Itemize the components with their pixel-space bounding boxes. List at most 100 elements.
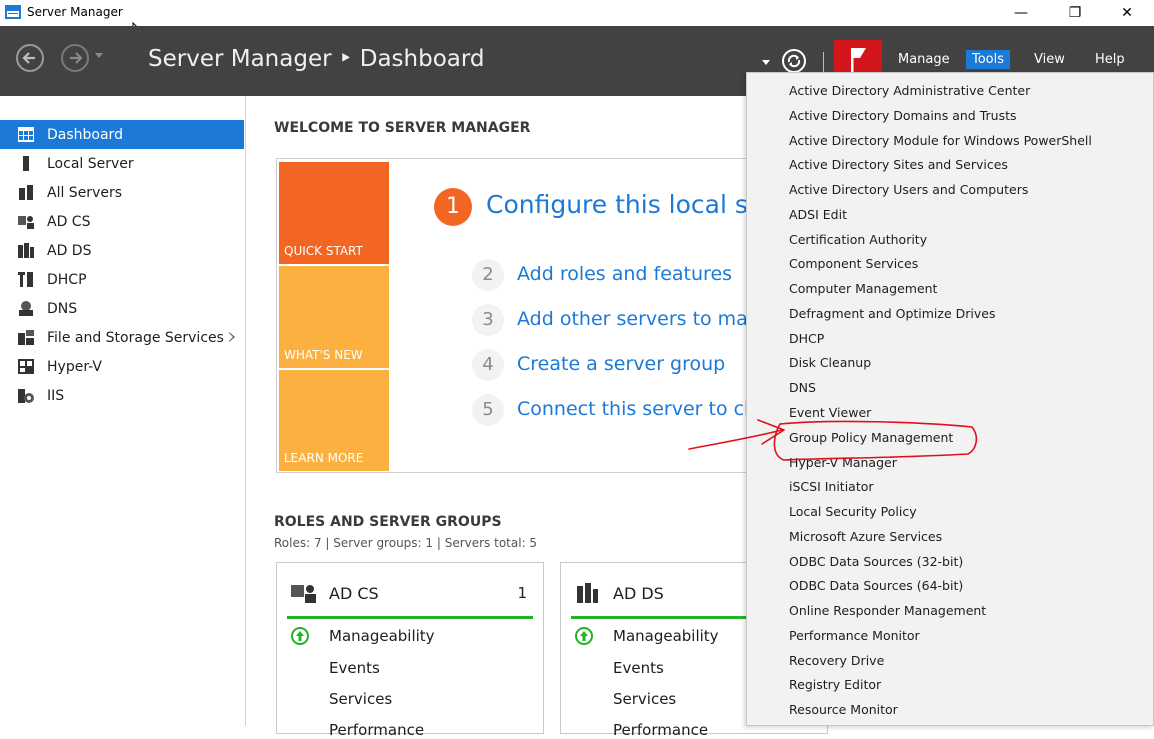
sidebar: Dashboard Local Server All Servers AD CS… bbox=[0, 96, 246, 726]
iis-icon bbox=[18, 389, 34, 403]
tile-label: WHAT'S NEW bbox=[284, 348, 363, 362]
ad-cs-icon bbox=[291, 585, 316, 603]
header-dropdown-icon[interactable] bbox=[762, 60, 770, 65]
all-servers-icon bbox=[19, 185, 33, 200]
tools-item-iscsi-initiator[interactable]: iSCSI Initiator bbox=[789, 479, 874, 494]
refresh-icon[interactable] bbox=[781, 48, 807, 74]
dhcp-icon bbox=[18, 272, 33, 287]
performance-link[interactable]: Performance bbox=[613, 721, 708, 739]
status-up-icon bbox=[575, 627, 593, 645]
menu-tools[interactable]: Tools bbox=[966, 50, 1011, 69]
ad-ds-icon bbox=[577, 583, 598, 603]
menu-help[interactable]: Help bbox=[1089, 50, 1131, 69]
sidebar-item-label: DHCP bbox=[47, 272, 87, 288]
sidebar-item-label: File and Storage Services bbox=[47, 330, 224, 346]
forward-button[interactable] bbox=[61, 44, 89, 72]
tools-item-odbc-64[interactable]: ODBC Data Sources (64-bit) bbox=[789, 578, 963, 593]
maximize-button[interactable]: ❐ bbox=[1052, 0, 1098, 26]
title-bar: Server Manager — ❐ ✕ bbox=[0, 0, 1154, 26]
tools-item-recovery-drive[interactable]: Recovery Drive bbox=[789, 653, 884, 668]
card-title: AD DS bbox=[613, 584, 664, 603]
tools-item-azure-services[interactable]: Microsoft Azure Services bbox=[789, 529, 942, 544]
sidebar-item-dashboard[interactable]: Dashboard bbox=[0, 120, 244, 149]
manageability-link[interactable]: Manageability bbox=[329, 627, 435, 645]
tools-item-adsi-edit[interactable]: ADSI Edit bbox=[789, 207, 847, 222]
tools-item-ad-admin-center[interactable]: Active Directory Administrative Center bbox=[789, 83, 1030, 98]
sidebar-item-file-storage[interactable]: File and Storage Services bbox=[0, 323, 244, 352]
tools-item-group-policy-management[interactable]: Group Policy Management bbox=[789, 430, 953, 445]
card-title: AD CS bbox=[329, 584, 379, 603]
performance-link[interactable]: Performance bbox=[329, 721, 424, 739]
dashboard-icon bbox=[18, 127, 34, 142]
tools-item-ad-domains-trusts[interactable]: Active Directory Domains and Trusts bbox=[789, 108, 1017, 123]
back-button[interactable] bbox=[16, 44, 44, 72]
sidebar-item-label: AD CS bbox=[47, 214, 91, 230]
tools-item-cert-authority[interactable]: Certification Authority bbox=[789, 232, 927, 247]
server-manager-app-icon bbox=[5, 5, 21, 19]
step-number-badge: 4 bbox=[472, 349, 504, 381]
tools-item-dns[interactable]: DNS bbox=[789, 380, 816, 395]
tools-item-local-security-policy[interactable]: Local Security Policy bbox=[789, 504, 917, 519]
events-link[interactable]: Events bbox=[329, 659, 380, 677]
status-bar bbox=[287, 616, 533, 619]
close-button[interactable]: ✕ bbox=[1104, 0, 1150, 26]
ad-cs-icon bbox=[18, 216, 34, 229]
card-count: 1 bbox=[517, 584, 527, 602]
tools-item-odbc-32[interactable]: ODBC Data Sources (32-bit) bbox=[789, 554, 963, 569]
services-link[interactable]: Services bbox=[613, 690, 676, 708]
tools-item-dhcp[interactable]: DHCP bbox=[789, 331, 824, 346]
tools-item-ad-powershell[interactable]: Active Directory Module for Windows Powe… bbox=[789, 133, 1092, 148]
sidebar-item-label: DNS bbox=[47, 301, 78, 317]
minimize-button[interactable]: — bbox=[998, 0, 1044, 26]
ad-ds-icon bbox=[18, 243, 34, 258]
local-server-icon bbox=[23, 156, 29, 171]
tools-item-event-viewer[interactable]: Event Viewer bbox=[789, 405, 871, 420]
learn-more-tile[interactable]: LEARN MORE bbox=[279, 370, 389, 471]
status-up-icon bbox=[291, 627, 309, 645]
tools-item-resource-monitor[interactable]: Resource Monitor bbox=[789, 702, 898, 717]
role-card-ad-cs[interactable]: AD CS 1 Manageability Events Services Pe… bbox=[276, 562, 544, 739]
sidebar-item-iis[interactable]: IIS bbox=[0, 381, 244, 410]
add-roles-link[interactable]: Add roles and features bbox=[517, 263, 732, 285]
tools-item-registry-editor[interactable]: Registry Editor bbox=[789, 677, 881, 692]
tools-item-component-services[interactable]: Component Services bbox=[789, 256, 918, 271]
file-storage-icon bbox=[18, 330, 34, 345]
hyper-v-icon bbox=[18, 359, 34, 374]
manageability-link[interactable]: Manageability bbox=[613, 627, 719, 645]
events-link[interactable]: Events bbox=[613, 659, 664, 677]
tools-item-performance-monitor[interactable]: Performance Monitor bbox=[789, 628, 920, 643]
sidebar-item-ad-cs[interactable]: AD CS bbox=[0, 207, 244, 236]
sidebar-item-hyper-v[interactable]: Hyper-V bbox=[0, 352, 244, 381]
tools-item-ad-sites-services[interactable]: Active Directory Sites and Services bbox=[789, 157, 1008, 172]
arrow-right-icon bbox=[70, 52, 83, 64]
menu-manage[interactable]: Manage bbox=[892, 50, 956, 69]
welcome-title: WELCOME TO SERVER MANAGER bbox=[274, 120, 531, 136]
tools-item-defragment[interactable]: Defragment and Optimize Drives bbox=[789, 306, 995, 321]
tools-item-ad-users-computers[interactable]: Active Directory Users and Computers bbox=[789, 182, 1028, 197]
tools-item-online-responder[interactable]: Online Responder Management bbox=[789, 603, 986, 618]
sidebar-item-label: Dashboard bbox=[47, 127, 123, 143]
sidebar-item-label: IIS bbox=[47, 388, 65, 404]
sidebar-item-dns[interactable]: DNS bbox=[0, 294, 244, 323]
sidebar-item-label: Local Server bbox=[47, 156, 134, 172]
page-title: Server Manager ‣ Dashboard bbox=[148, 46, 485, 72]
tile-label: QUICK START bbox=[284, 244, 363, 258]
whats-new-tile[interactable]: WHAT'S NEW bbox=[279, 266, 389, 368]
window-title: Server Manager bbox=[27, 5, 123, 19]
tools-item-hyper-v-manager[interactable]: Hyper-V Manager bbox=[789, 455, 897, 470]
services-link[interactable]: Services bbox=[329, 690, 392, 708]
sidebar-item-all-servers[interactable]: All Servers bbox=[0, 178, 244, 207]
expand-arrow-icon[interactable] bbox=[229, 332, 235, 342]
sidebar-item-local-server[interactable]: Local Server bbox=[0, 149, 244, 178]
sidebar-item-ad-ds[interactable]: AD DS bbox=[0, 236, 244, 265]
quick-start-tile[interactable]: QUICK START bbox=[279, 162, 389, 264]
menu-view[interactable]: View bbox=[1028, 50, 1071, 69]
sidebar-item-label: Hyper-V bbox=[47, 359, 102, 375]
sidebar-item-label: All Servers bbox=[47, 185, 123, 201]
history-dropdown-icon[interactable] bbox=[95, 53, 103, 58]
sidebar-item-dhcp[interactable]: DHCP bbox=[0, 265, 244, 294]
tools-item-computer-management[interactable]: Computer Management bbox=[789, 281, 937, 296]
step-number-badge: 3 bbox=[472, 304, 504, 336]
tools-item-disk-cleanup[interactable]: Disk Cleanup bbox=[789, 355, 871, 370]
create-server-group-link[interactable]: Create a server group bbox=[517, 353, 725, 375]
